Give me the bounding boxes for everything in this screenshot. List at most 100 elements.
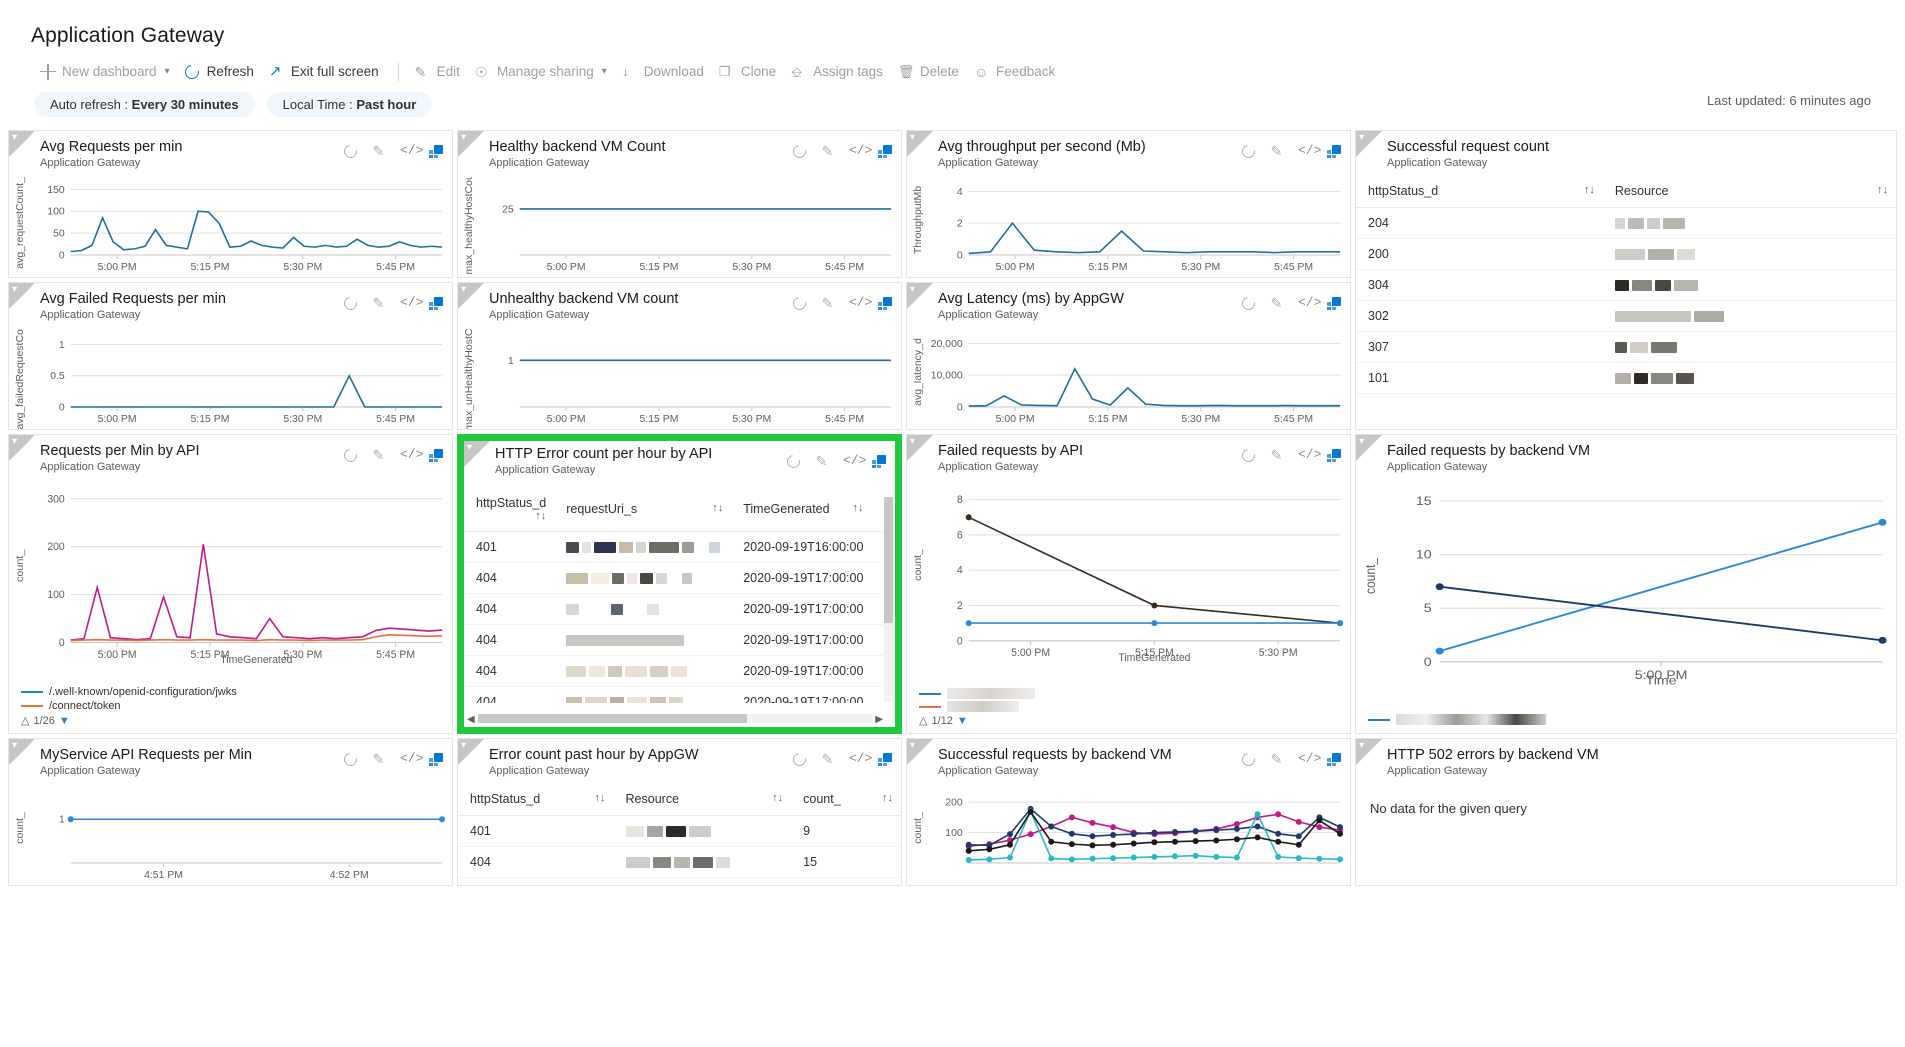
sort-icon[interactable]: ↑↓ [535,510,546,522]
tile-refresh-icon[interactable] [784,452,802,470]
tile-edit-icon[interactable]: ✎ [820,144,835,158]
table-row[interactable]: 4019 [458,816,901,847]
tile-refresh-icon[interactable] [790,294,808,312]
tile-failed-requests-by-api[interactable]: ▾ Failed requests by API Application Gat… [906,434,1351,734]
tile-refresh-icon[interactable] [341,750,359,768]
tile-refresh-icon[interactable] [1239,142,1257,160]
table-row[interactable]: 40415 [458,847,901,878]
column-header-httpstatus-d[interactable]: httpStatus_d↑↓ [464,487,554,532]
manage-sharing-button[interactable]: ☉ Manage sharing ▾ [469,60,616,84]
legend-item[interactable] [1368,714,1546,725]
scroll-right-icon[interactable]: ▶ [875,714,883,725]
tile-failed-requests-by-backend-vm[interactable]: ▾ Failed requests by backend VM Applicat… [1355,434,1897,734]
tile-code-icon[interactable]: </> [1298,752,1313,766]
tile-refresh-icon[interactable] [1239,750,1257,768]
tile-edit-icon[interactable]: ✎ [1269,144,1284,158]
tile-edit-icon[interactable]: ✎ [371,144,386,158]
column-header-requesturi-s[interactable]: requestUri_s↑↓ [554,487,731,532]
column-header-timegenerated[interactable]: TimeGenerated↑↓ [731,487,871,532]
table-row[interactable]: 302 [1356,301,1896,332]
tile-refresh-icon[interactable] [1239,446,1257,464]
tile-code-icon[interactable]: </> [1298,296,1313,310]
tile-successful-request-count[interactable]: ▾ Successful request count Application G… [1355,130,1897,430]
tile-pin-icon[interactable] [878,753,892,766]
delete-button[interactable]: 🗑 Delete [892,60,968,84]
table-row[interactable]: 200 [1356,239,1896,270]
tile-edit-icon[interactable]: ✎ [1269,296,1284,310]
tile-edit-icon[interactable]: ✎ [371,296,386,310]
legend-item[interactable] [919,701,1035,712]
tile-code-icon[interactable]: </> [849,752,864,766]
tile-myservice-api-requests[interactable]: ▾ MyService API Requests per Min Applica… [8,738,453,886]
tile-code-icon[interactable]: </> [400,448,415,462]
tile-unhealthy-backend-vm-count[interactable]: ▾ Unhealthy backend VM count Application… [457,282,902,430]
table-row[interactable]: 4042020-09-19T17:00:002 [464,563,883,594]
column-header-resource[interactable]: Resource↑↓ [1603,175,1896,208]
tile-code-icon[interactable]: </> [849,144,864,158]
refresh-button[interactable]: Refresh [179,60,263,84]
tile-edit-icon[interactable]: ✎ [371,448,386,462]
tile-pin-icon[interactable] [1327,753,1341,766]
table-row[interactable]: 4042020-09-19T17:00:002 [464,656,883,687]
assign-tags-button[interactable]: ⎒ Assign tags [785,60,892,84]
feedback-button[interactable]: ☺ Feedback [968,60,1064,84]
tile-edit-icon[interactable]: ✎ [1269,448,1284,462]
tile-code-icon[interactable]: </> [1298,448,1313,462]
edit-button[interactable]: ✎ Edit [409,60,469,84]
table-successful-request-count[interactable]: httpStatus_d↑↓Resource↑↓2042003043023071… [1356,175,1896,429]
tile-pin-icon[interactable] [429,297,443,310]
download-button[interactable]: ↓ Download [616,60,713,84]
tile-refresh-icon[interactable] [790,142,808,160]
legend-pager[interactable]: △ 1/26 ▼ [21,714,237,727]
tile-avg-failed-requests[interactable]: ▾ Avg Failed Requests per min Applicatio… [8,282,453,430]
column-header-count-[interactable]: count_↑↓ [791,783,901,816]
clone-button[interactable]: ❐ Clone [713,60,785,84]
legend-pager[interactable]: △ 1/12 ▼ [919,714,1035,727]
tile-pin-icon[interactable] [872,455,886,468]
tile-healthy-backend-vm-count[interactable]: ▾ Healthy backend VM Count Application G… [457,130,902,278]
table-http-error-count[interactable]: httpStatus_d↑↓requestUri_s↑↓TimeGenerate… [464,487,883,703]
table-row[interactable]: 4001 [458,878,901,886]
tile-edit-icon[interactable]: ✎ [814,454,829,468]
tile-successful-requests-by-backend-vm[interactable]: ▾ Successful requests by backend VM Appl… [906,738,1351,886]
table-row[interactable]: 204 [1356,208,1896,239]
sort-icon[interactable]: ↑↓ [595,792,606,804]
tile-edit-icon[interactable]: ✎ [820,296,835,310]
tile-avg-latency[interactable]: ▾ Avg Latency (ms) by AppGW Application … [906,282,1351,430]
table-row[interactable]: 4042020-09-19T17:00:002 [464,625,883,656]
exit-full-screen-button[interactable]: ↗ Exit full screen [263,60,388,84]
tile-pin-icon[interactable] [429,753,443,766]
chevron-down-icon[interactable]: ▼ [59,715,70,727]
chevron-down-icon[interactable]: ▼ [957,715,968,727]
table-row[interactable]: 101 [1356,363,1896,394]
tile-pin-icon[interactable] [429,449,443,462]
tile-refresh-icon[interactable] [341,446,359,464]
legend-item[interactable]: /.well-known/openid-configuration/jwks [21,686,237,698]
tile-code-icon[interactable]: </> [849,296,864,310]
tile-edit-icon[interactable]: ✎ [1269,752,1284,766]
tile-edit-icon[interactable]: ✎ [820,752,835,766]
tile-avg-throughput[interactable]: ▾ Avg throughput per second (Mb) Applica… [906,130,1351,278]
sort-icon[interactable]: ↑↓ [772,792,783,804]
tile-pin-icon[interactable] [878,297,892,310]
table-error-count-appgw[interactable]: httpStatus_d↑↓Resource↑↓count_↑↓40194041… [458,783,901,885]
tile-requests-per-min-by-api[interactable]: ▾ Requests per Min by API Application Ga… [8,434,453,734]
tile-pin-icon[interactable] [1327,449,1341,462]
tile-pin-icon[interactable] [1327,297,1341,310]
tile-code-icon[interactable]: </> [843,454,858,468]
tile-refresh-icon[interactable] [341,294,359,312]
sort-icon[interactable]: ↑↓ [1877,184,1888,196]
tile-refresh-icon[interactable] [1239,294,1257,312]
sort-icon[interactable]: ↑↓ [712,502,723,514]
legend-item[interactable] [919,688,1035,699]
legend-item[interactable]: /connect/token [21,700,237,712]
column-header-httpstatus-d[interactable]: httpStatus_d↑↓ [458,783,614,816]
table-row[interactable]: 4042020-09-19T17:00:002 [464,594,883,625]
tile-refresh-icon[interactable] [790,750,808,768]
tile-code-icon[interactable]: </> [1298,144,1313,158]
new-dashboard-button[interactable]: New dashboard ▾ [34,60,179,84]
table-row[interactable]: 4012020-09-19T16:00:007 [464,532,883,563]
sort-icon[interactable]: ↑↓ [1584,184,1595,196]
sort-icon[interactable]: ↑↓ [852,502,863,514]
column-header-httpstatus-d[interactable]: httpStatus_d↑↓ [1356,175,1603,208]
